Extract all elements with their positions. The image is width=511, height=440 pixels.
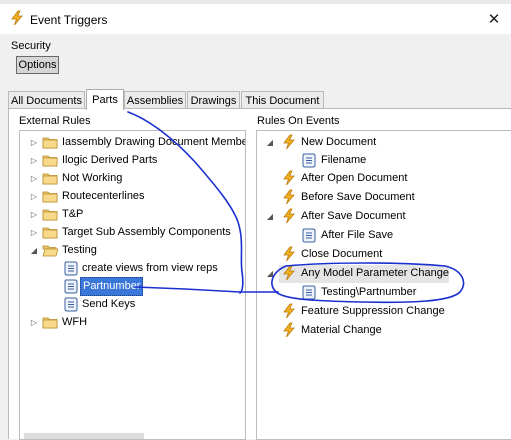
chevron-right-icon[interactable]: ▷: [29, 173, 39, 183]
rule-icon: [63, 278, 79, 294]
folder-open-icon: [42, 242, 58, 258]
close-icon: ✕: [487, 11, 501, 28]
tree-item-label: Ilogic Derived Parts: [62, 154, 158, 166]
event-rule-testing-partnumber[interactable]: Testing\Partnumber: [257, 283, 511, 302]
chevron-down-icon[interactable]: ◢: [265, 268, 275, 278]
event-after-open-document[interactable]: After Open Document: [257, 169, 511, 188]
chevron-right-icon[interactable]: ▷: [29, 191, 39, 201]
rules-on-events-label: Rules On Events: [257, 115, 340, 127]
external-rules-label: External Rules: [19, 115, 91, 127]
tree-item-label-selected: Partnumber: [80, 277, 144, 296]
tab-all-documents[interactable]: All Documents: [8, 91, 85, 109]
event-after-save-document[interactable]: ◢ After Save Document: [257, 207, 511, 226]
chevron-right-icon[interactable]: ▷: [29, 155, 39, 165]
event-rule-after-file-save[interactable]: After File Save: [257, 226, 511, 245]
chevron-right-icon[interactable]: ▷: [29, 317, 39, 327]
tab-content-panel: External Rules Rules On Events ▷ Iassemb…: [8, 108, 511, 440]
tree-item-wfh[interactable]: ▷ WFH: [20, 313, 245, 332]
event-label: Material Change: [301, 324, 382, 336]
chevron-right-icon[interactable]: ▷: [29, 137, 39, 147]
rule-label: After File Save: [321, 229, 394, 241]
tree-item-label: Target Sub Assembly Components: [62, 226, 231, 238]
security-label: Security: [11, 40, 51, 52]
lightning-icon: [281, 322, 297, 338]
folder-icon: [42, 188, 58, 204]
event-before-save-document[interactable]: Before Save Document: [257, 188, 511, 207]
title-bar: Event Triggers ✕: [0, 4, 511, 34]
folder-icon: [42, 152, 58, 168]
event-label: Feature Suppression Change: [301, 305, 445, 317]
tab-drawings[interactable]: Drawings: [187, 91, 240, 109]
tree-item-label: WFH: [62, 316, 88, 328]
tree-item-routecenterlines[interactable]: ▷ Routecenterlines: [20, 187, 245, 206]
lightning-icon: [281, 265, 297, 281]
event-label: Close Document: [301, 248, 383, 260]
event-material-change[interactable]: Material Change: [257, 321, 511, 340]
event-new-document[interactable]: ◢ New Document: [257, 133, 511, 152]
horizontal-scrollbar[interactable]: [24, 433, 144, 439]
rule-icon: [63, 260, 79, 276]
event-label: Any Model Parameter Change: [301, 267, 449, 279]
rule-label: Filename: [321, 154, 367, 166]
folder-icon: [42, 314, 58, 330]
window-title: Event Triggers: [30, 13, 108, 27]
chevron-right-icon[interactable]: ▷: [29, 209, 39, 219]
event-label: After Save Document: [301, 210, 406, 222]
chevron-right-icon[interactable]: ▷: [29, 227, 39, 237]
tab-parts[interactable]: Parts: [86, 89, 124, 110]
event-close-document[interactable]: Close Document: [257, 245, 511, 264]
event-label: After Open Document: [301, 172, 408, 184]
close-button[interactable]: ✕: [480, 6, 508, 32]
folder-icon: [42, 224, 58, 240]
event-feature-suppression-change[interactable]: Feature Suppression Change: [257, 302, 511, 321]
tree-item-label: Not Working: [62, 172, 123, 184]
options-button[interactable]: Options: [16, 56, 59, 74]
tree-item-iassembly[interactable]: ▷ Iassembly Drawing Document Membe: [20, 133, 245, 152]
tree-item-target-sub-assembly[interactable]: ▷ Target Sub Assembly Components: [20, 223, 245, 242]
tree-item-label: Iassembly Drawing Document Membe: [62, 136, 246, 148]
rule-icon: [301, 152, 317, 168]
tree-item-partnumber[interactable]: Partnumber: [20, 277, 245, 296]
tab-this-document[interactable]: This Document: [241, 91, 324, 109]
rule-icon: [63, 296, 79, 312]
rule-label: Testing\Partnumber: [321, 286, 417, 298]
event-rule-filename[interactable]: Filename: [257, 151, 511, 170]
folder-icon: [42, 206, 58, 222]
tree-item-create-views[interactable]: create views from view reps: [20, 259, 245, 278]
event-any-model-parameter-change[interactable]: ◢ Any Model Parameter Change: [257, 264, 511, 283]
lightning-icon: [281, 134, 297, 150]
rule-icon: [301, 284, 317, 300]
event-label: Before Save Document: [301, 191, 415, 203]
lightning-icon: [281, 189, 297, 205]
event-label: New Document: [301, 136, 377, 148]
tree-item-t-and-p[interactable]: ▷ T&P: [20, 205, 245, 224]
rules-on-events-tree[interactable]: ◢ New Document Filename After Open Docum…: [256, 130, 511, 440]
tab-assemblies[interactable]: Assemblies: [124, 91, 186, 109]
lightning-icon: [281, 246, 297, 262]
folder-icon: [42, 170, 58, 186]
rule-icon: [301, 227, 317, 243]
lightning-icon: [281, 208, 297, 224]
tree-item-ilogic-derived[interactable]: ▷ Ilogic Derived Parts: [20, 151, 245, 170]
chevron-down-icon[interactable]: ◢: [265, 137, 275, 147]
tree-item-label: Testing: [62, 244, 97, 256]
lightning-icon: [9, 10, 25, 26]
tree-item-testing[interactable]: ◢ Testing: [20, 241, 245, 260]
folder-icon: [42, 134, 58, 150]
tree-item-label: T&P: [62, 208, 84, 220]
lightning-icon: [281, 170, 297, 186]
tree-item-not-working[interactable]: ▷ Not Working: [20, 169, 245, 188]
external-rules-tree[interactable]: ▷ Iassembly Drawing Document Membe ▷ Ilo…: [19, 130, 246, 440]
tree-item-label: create views from view reps: [82, 262, 218, 274]
tree-item-label: Routecenterlines: [62, 190, 145, 202]
chevron-down-icon[interactable]: ◢: [29, 245, 39, 255]
lightning-icon: [281, 303, 297, 319]
tree-item-send-keys[interactable]: Send Keys: [20, 295, 245, 314]
tree-item-label: Send Keys: [82, 298, 136, 310]
chevron-down-icon[interactable]: ◢: [265, 211, 275, 221]
